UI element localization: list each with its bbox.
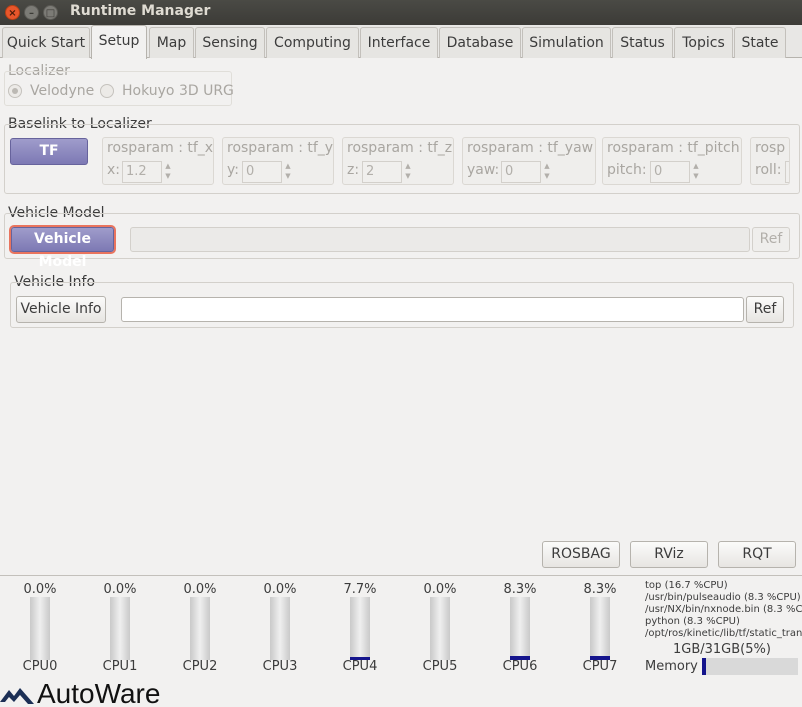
cpu-name: CPU7 (582, 659, 618, 674)
process-item: top (16.7 %CPU) (645, 580, 728, 591)
tf-x-stepper-icon[interactable]: ▲ ▼ (162, 161, 174, 183)
process-item: python (8.3 %CPU) (645, 616, 740, 627)
param-tf-yaw: rosparam : tf_yaw yaw: 0 ▲ ▼ (462, 137, 596, 185)
maximize-window-button[interactable]: □ (43, 5, 58, 20)
cpu-percent: 0.0% (23, 582, 57, 597)
tab-status[interactable]: Status (612, 27, 673, 58)
process-item: /opt/ros/kinetic/lib/tf/static_transform… (645, 628, 802, 639)
tab-topics[interactable]: Topics (674, 27, 733, 58)
autoware-logo-icon (0, 688, 34, 704)
cpu-percent: 0.0% (183, 582, 217, 597)
tab-map[interactable]: Map (149, 27, 194, 58)
cpu-usage-bar (590, 597, 610, 660)
tab-bar: Quick Start Setup Map Sensing Computing … (0, 25, 802, 59)
vehicle-model-button[interactable]: Vehicle Model (11, 227, 114, 270)
tab-sensing[interactable]: Sensing (195, 27, 265, 58)
minimize-window-button[interactable]: – (24, 5, 39, 20)
param-tf-roll: rosp roll: (750, 137, 790, 185)
cpu-usage-bar (190, 597, 210, 660)
param-tf-yaw-label: rosparam : tf_yaw (467, 140, 594, 156)
tab-interface[interactable]: Interface (360, 27, 438, 58)
radio-hokuyo[interactable] (100, 84, 114, 98)
autoware-logo-text: AutoWare (37, 678, 161, 707)
memory-usage-text: 1GB/31GB(5%) (673, 642, 771, 657)
rosbag-button[interactable]: ROSBAG (542, 541, 620, 568)
param-tf-pitch-axis: pitch: (607, 162, 647, 178)
cpu-percent: 0.0% (423, 582, 457, 597)
memory-label: Memory (645, 659, 698, 674)
cpu-percent: 0.0% (263, 582, 297, 597)
cpu-name: CPU1 (102, 659, 138, 674)
rviz-button[interactable]: RViz (630, 541, 708, 568)
cpu-usage-bar (510, 597, 530, 660)
tf-z-stepper-icon[interactable]: ▲ ▼ (402, 161, 414, 183)
tf-x-input[interactable]: 1.2 (122, 161, 162, 183)
title-bar: × – □ Runtime Manager (0, 0, 802, 25)
param-tf-y-label: rosparam : tf_y (227, 140, 334, 156)
window-title: Runtime Manager (70, 3, 211, 19)
cpu-percent: 8.3% (503, 582, 537, 597)
radio-velodyne[interactable] (8, 84, 22, 98)
radio-hokuyo-label: Hokuyo 3D URG (122, 83, 234, 99)
tf-pitch-input[interactable]: 0 (650, 161, 690, 183)
cpu-name: CPU4 (342, 659, 378, 674)
tab-setup[interactable]: Setup (91, 25, 147, 59)
cpu-usage-bar (270, 597, 290, 660)
param-tf-y-axis: y: (227, 162, 239, 178)
param-tf-x: rosparam : tf_x x: 1.2 ▲ ▼ (102, 137, 214, 185)
param-tf-pitch-label: rosparam : tf_pitch (607, 140, 740, 156)
setup-panel: Localizer Velodyne Hokuyo 3D URG Baselin… (0, 58, 802, 575)
cpu-name: CPU6 (502, 659, 538, 674)
tab-quick-start[interactable]: Quick Start (2, 27, 90, 58)
cpu-usage-bar (30, 597, 50, 660)
param-tf-y: rosparam : tf_y y: 0 ▲ ▼ (222, 137, 334, 185)
system-status-panel: 0.0% CPU0 0.0% CPU1 0.0% CPU2 0.0% CPU3 7.7% CPU4… (0, 575, 802, 707)
cpu-name: CPU0 (22, 659, 58, 674)
vehicle-model-path-input[interactable] (130, 227, 750, 252)
process-item: /usr/bin/pulseaudio (8.3 %CPU) (645, 592, 801, 603)
tab-simulation[interactable]: Simulation (522, 27, 611, 58)
param-tf-yaw-axis: yaw: (467, 162, 500, 178)
cpu-name: CPU3 (262, 659, 298, 674)
close-window-button[interactable]: × (5, 5, 20, 20)
cpu-usage-bar (430, 597, 450, 660)
vehicle-info-button[interactable]: Vehicle Info (16, 296, 106, 323)
param-tf-pitch: rosparam : tf_pitch pitch: 0 ▲ ▼ (602, 137, 742, 185)
param-tf-roll-axis: roll: (755, 162, 782, 178)
tab-computing[interactable]: Computing (266, 27, 359, 58)
cpu-name: CPU2 (182, 659, 218, 674)
radio-velodyne-label: Velodyne (30, 83, 95, 99)
tab-state[interactable]: State (734, 27, 786, 58)
cpu-name: CPU5 (422, 659, 458, 674)
param-tf-x-axis: x: (107, 162, 121, 178)
param-tf-z-label: rosparam : tf_z (347, 140, 453, 156)
tf-pitch-stepper-icon[interactable]: ▲ ▼ (690, 161, 702, 183)
tf-z-input[interactable]: 2 (362, 161, 402, 183)
cpu-usage-bar (350, 597, 370, 660)
tf-yaw-input[interactable]: 0 (501, 161, 541, 183)
autoware-logo: AutoWare (0, 678, 160, 707)
cpu-usage-bar (110, 597, 130, 660)
cpu-percent: 7.7% (343, 582, 377, 597)
tf-roll-input[interactable] (785, 161, 789, 183)
cpu-percent: 0.0% (103, 582, 137, 597)
param-tf-z-axis: z: (347, 162, 360, 178)
rqt-button[interactable]: RQT (718, 541, 796, 568)
vehicle-model-ref-button[interactable]: Ref (752, 227, 790, 252)
memory-usage-fill (702, 658, 706, 675)
cpu-percent: 8.3% (583, 582, 617, 597)
tf-y-input[interactable]: 0 (242, 161, 282, 183)
vehicle-info-ref-button[interactable]: Ref (746, 296, 784, 323)
tab-database[interactable]: Database (439, 27, 521, 58)
tf-y-stepper-icon[interactable]: ▲ ▼ (282, 161, 294, 183)
param-tf-x-label: rosparam : tf_x (107, 140, 214, 156)
process-item: /usr/NX/bin/nxnode.bin (8.3 %CPU) (645, 604, 802, 615)
param-tf-roll-label: rosp (755, 140, 786, 156)
memory-usage-bar (702, 658, 798, 675)
tf-button[interactable]: TF (10, 138, 88, 165)
tf-yaw-stepper-icon[interactable]: ▲ ▼ (541, 161, 553, 183)
param-tf-z: rosparam : tf_z z: 2 ▲ ▼ (342, 137, 454, 185)
vehicle-info-path-input[interactable] (121, 297, 744, 322)
